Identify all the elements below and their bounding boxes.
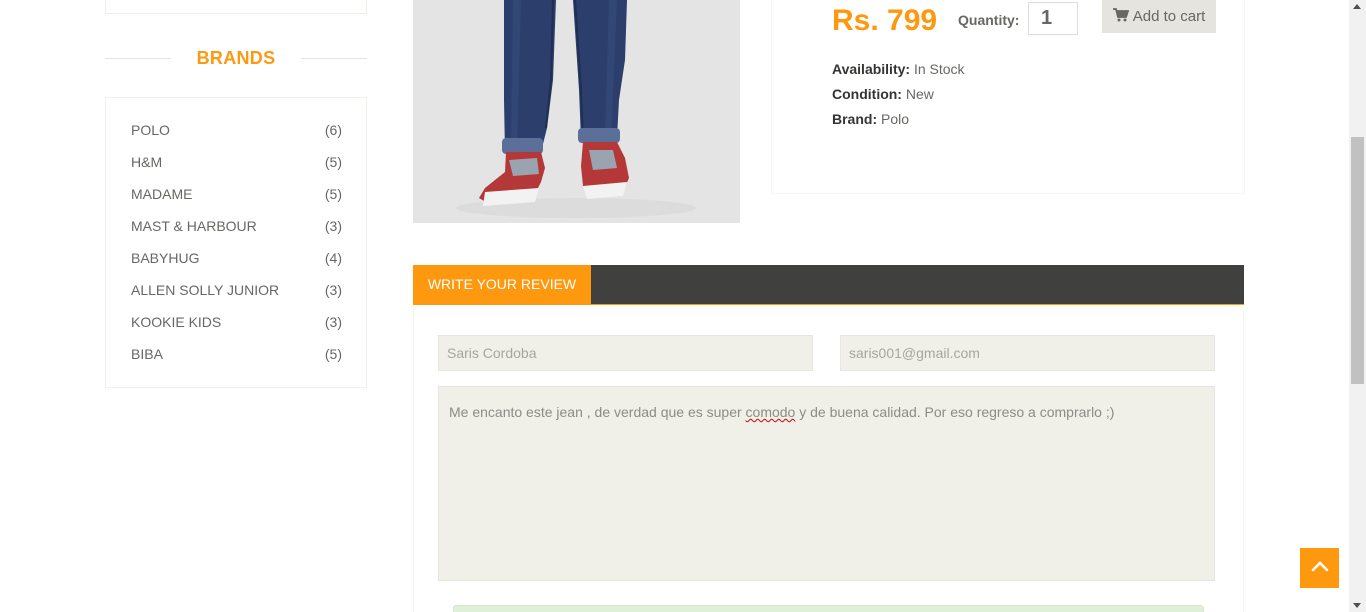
brand-name[interactable]: MADAME [131, 186, 192, 202]
review-textarea[interactable]: Me encanto este jean , de verdad que es … [438, 386, 1215, 581]
quantity-label: Quantity: [958, 12, 1020, 28]
brand-count: (5) [324, 186, 342, 202]
brand-label: Brand: [832, 111, 878, 127]
condition-line: Condition: New [832, 86, 934, 102]
brand-name[interactable]: H&M [131, 154, 162, 170]
brand-item-kookie-kids[interactable]: KOOKIE KIDS (3) [131, 314, 342, 334]
brand-item-polo[interactable]: POLO (6) [131, 122, 342, 142]
brand-name[interactable]: POLO [131, 122, 170, 138]
success-alert [453, 605, 1204, 612]
tab-write-review[interactable]: WRITE YOUR REVIEW [413, 265, 591, 304]
chevron-up-icon [1311, 559, 1329, 577]
review-tab-bar: WRITE YOUR REVIEW [413, 265, 1244, 305]
brand-line: Brand: Polo [832, 111, 909, 127]
scrollbar-thumb[interactable] [1351, 137, 1364, 384]
condition-value: New [905, 86, 934, 102]
condition-label: Condition: [832, 86, 902, 102]
brand-item-biba[interactable]: BIBA (5) [131, 346, 342, 366]
name-field[interactable]: Saris Cordoba [438, 335, 813, 371]
review-misspelled-word: comodo [745, 404, 796, 420]
brand-value: Polo [881, 111, 910, 127]
brand-name[interactable]: KOOKIE KIDS [131, 314, 221, 330]
brand-name[interactable]: BIBA [131, 346, 163, 362]
brand-name[interactable]: BABYHUG [131, 250, 199, 266]
availability-line: Availability: In Stock [832, 61, 965, 77]
heading-divider-right [301, 58, 367, 59]
brand-count: (6) [324, 122, 342, 138]
brand-item-madame[interactable]: MADAME (5) [131, 186, 342, 206]
brand-count: (3) [324, 282, 342, 298]
brand-item-hm[interactable]: H&M (5) [131, 154, 342, 174]
brand-name[interactable]: ALLEN SOLLY JUNIOR [131, 282, 279, 298]
add-to-cart-button[interactable]: Add to cart [1102, 0, 1216, 33]
review-text-part: y de buena calidad. Por eso regreso a co… [795, 404, 1115, 420]
availability-value: In Stock [913, 61, 965, 77]
brand-count: (3) [324, 314, 342, 330]
brand-item-allen-solly-junior[interactable]: ALLEN SOLLY JUNIOR (3) [131, 282, 342, 302]
scroll-down-arrow-icon[interactable] [1353, 603, 1361, 608]
review-text-part: Me encanto este jean , de verdad que es … [449, 404, 746, 420]
product-image [413, 0, 740, 223]
email-field[interactable]: saris001@gmail.com [840, 335, 1215, 371]
brand-item-mast-harbour[interactable]: MAST & HARBOUR (3) [131, 218, 342, 238]
brands-heading: BRANDS [105, 46, 367, 70]
brand-count: (5) [324, 346, 342, 362]
scroll-up-arrow-icon[interactable] [1353, 4, 1361, 9]
product-price: Rs. 799 [832, 4, 938, 37]
brand-count: (5) [324, 154, 342, 170]
scroll-to-top-button[interactable] [1300, 548, 1339, 588]
add-to-cart-label: Add to cart [1132, 8, 1206, 25]
jeans-illustration [413, 0, 740, 223]
brand-count: (4) [324, 250, 342, 266]
category-panel-bottom [105, 0, 367, 14]
shopping-cart-icon [1112, 7, 1129, 26]
quantity-input[interactable] [1028, 2, 1078, 35]
availability-label: Availability: [832, 61, 911, 77]
brand-name[interactable]: MAST & HARBOUR [131, 218, 257, 234]
brands-list: POLO (6) H&M (5) MADAME (5) MAST & HARBO… [105, 97, 367, 388]
brand-count: (3) [324, 218, 342, 234]
brand-item-babyhug[interactable]: BABYHUG (4) [131, 250, 342, 270]
page-scrollbar[interactable] [1349, 0, 1366, 612]
